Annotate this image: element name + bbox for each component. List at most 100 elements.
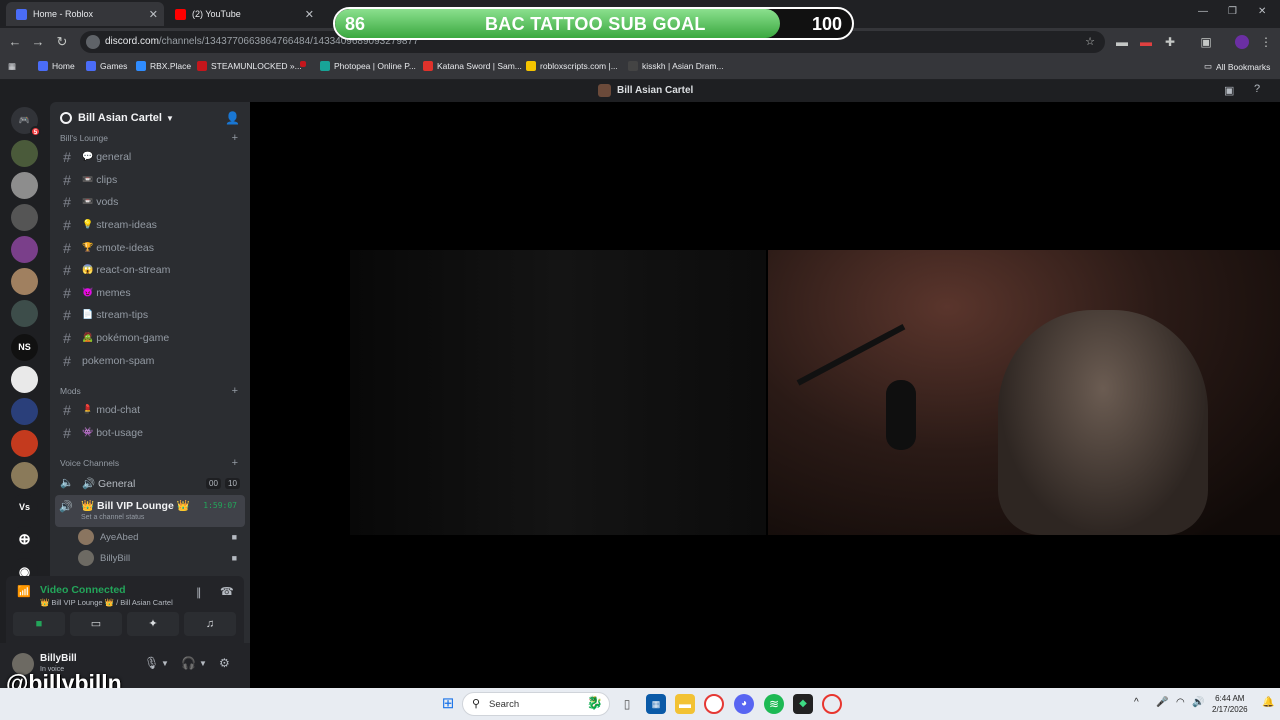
channel-stream-ideas[interactable]: # 💡 stream-ideas bbox=[58, 214, 244, 235]
bookmark-star-icon[interactable]: ☆ bbox=[1085, 35, 1095, 48]
mouse-icon[interactable]: ▯ bbox=[617, 694, 637, 714]
camera-button[interactable]: ■ bbox=[13, 612, 65, 636]
voice-location[interactable]: 👑 Bill VIP Lounge 👑 / Bill Asian Cartel bbox=[40, 598, 173, 607]
menu-icon[interactable]: ⋮ bbox=[1259, 35, 1273, 49]
cast-icon[interactable]: ▣ bbox=[1199, 35, 1213, 49]
category-lounge[interactable]: Bill's Lounge bbox=[60, 133, 108, 143]
channel-memes[interactable]: # 😈 memes bbox=[58, 282, 244, 303]
volume-icon[interactable]: 🔊 bbox=[1192, 697, 1204, 708]
server-icon[interactable] bbox=[11, 140, 38, 167]
channel-vods[interactable]: # 📼 vods bbox=[58, 191, 244, 212]
server-icon[interactable] bbox=[11, 398, 38, 425]
reload-icon[interactable]: ↻ bbox=[54, 34, 70, 50]
discord-home-button[interactable]: 🎮 5 bbox=[11, 107, 41, 137]
channel-pokemon-spam[interactable]: # pokemon-spam bbox=[58, 350, 244, 371]
video-tile-aye-abed[interactable] bbox=[350, 250, 766, 535]
disconnect-icon[interactable]: ☎ bbox=[220, 585, 234, 598]
activities-button[interactable]: ✦ bbox=[127, 612, 179, 636]
channel-react-on-stream[interactable]: # 😱 react-on-stream bbox=[58, 259, 244, 280]
taskbar-search[interactable]: ⚲ Search 🐉 bbox=[462, 692, 610, 716]
maximize-icon[interactable]: ❐ bbox=[1228, 6, 1237, 17]
server-vs[interactable]: Vs bbox=[11, 494, 38, 521]
close-window-icon[interactable]: ✕ bbox=[1258, 6, 1266, 17]
extension-icon[interactable]: ▬ bbox=[1115, 35, 1129, 49]
server-header[interactable]: Bill Asian Cartel ▼ 👤 bbox=[50, 102, 250, 134]
voice-member[interactable]: AyeAbed ■ bbox=[78, 527, 243, 547]
profile-avatar[interactable] bbox=[1235, 35, 1249, 49]
signal-icon[interactable]: 📶 bbox=[17, 585, 31, 598]
system-clock[interactable]: 6:44 AM 2/17/2026 bbox=[1212, 693, 1248, 715]
settings-gear-icon[interactable]: ⚙ bbox=[219, 656, 230, 670]
server-icon[interactable] bbox=[11, 172, 38, 199]
server-icon[interactable] bbox=[11, 268, 38, 295]
apps-grid-icon[interactable]: ▦ bbox=[8, 61, 16, 72]
extensions-puzzle-icon[interactable]: ✚ bbox=[1163, 35, 1177, 49]
chevron-down-icon[interactable]: ▼ bbox=[161, 659, 169, 668]
help-icon[interactable]: ? bbox=[1254, 83, 1260, 95]
channel-clips[interactable]: # 📼 clips bbox=[58, 169, 244, 190]
add-channel-icon[interactable]: + bbox=[232, 457, 238, 469]
back-icon[interactable]: ← bbox=[7, 34, 23, 50]
bookmark-home[interactable]: Home bbox=[38, 61, 75, 71]
add-channel-icon[interactable]: + bbox=[232, 385, 238, 397]
add-server-icon[interactable]: ⊕ bbox=[11, 526, 38, 553]
close-tab-icon[interactable]: ✕ bbox=[149, 8, 158, 21]
video-tile-billybill[interactable] bbox=[768, 250, 1280, 535]
category-voice[interactable]: Voice Channels bbox=[60, 458, 119, 468]
inbox-icon[interactable]: ▣ bbox=[1224, 84, 1234, 97]
channel-mod-chat[interactable]: # 💄 mod-chat bbox=[58, 399, 244, 420]
server-icon[interactable] bbox=[11, 366, 38, 393]
server-ns[interactable]: NS bbox=[11, 334, 38, 361]
discord-icon[interactable]: ◕ bbox=[734, 694, 754, 714]
wifi-icon[interactable]: ◠ bbox=[1176, 697, 1185, 708]
server-icon[interactable] bbox=[11, 204, 38, 231]
all-bookmarks[interactable]: ▭ All Bookmarks bbox=[1204, 61, 1270, 72]
channel-status[interactable]: Set a channel status bbox=[81, 514, 144, 521]
noise-suppression-icon[interactable]: ∥ bbox=[196, 586, 202, 599]
server-icon[interactable] bbox=[11, 430, 38, 457]
channel-bot-usage[interactable]: # 👾 bot-usage bbox=[58, 422, 244, 443]
soundboard-button[interactable]: ♫ bbox=[184, 612, 236, 636]
chevron-down-icon[interactable]: ▼ bbox=[199, 659, 207, 668]
voice-member[interactable]: BillyBill ■ bbox=[78, 548, 243, 568]
opera-icon[interactable] bbox=[822, 694, 842, 714]
site-info-icon[interactable] bbox=[86, 35, 100, 49]
file-explorer-icon[interactable]: ▬ bbox=[675, 694, 695, 714]
spotify-icon[interactable]: ≋ bbox=[764, 694, 784, 714]
store-icon[interactable]: ▦ bbox=[646, 694, 666, 714]
category-mods[interactable]: Mods bbox=[60, 386, 81, 396]
channel-pokemon-game[interactable]: # 🧟 pokémon-game bbox=[58, 327, 244, 348]
notification-bell-icon[interactable]: 🔔 bbox=[1262, 697, 1274, 708]
channel-general[interactable]: # 💬 general bbox=[58, 146, 244, 167]
channel-emote-ideas[interactable]: # 🏆 emote-ideas bbox=[58, 237, 244, 258]
invite-people-icon[interactable]: 👤 bbox=[225, 111, 240, 125]
chrome-icon[interactable] bbox=[704, 694, 724, 714]
close-tab-icon[interactable]: ✕ bbox=[305, 8, 314, 21]
bookmark-red-icon[interactable] bbox=[300, 61, 310, 67]
bookmark-robloxscripts[interactable]: robloxscripts.com |... bbox=[526, 61, 618, 71]
microphone-tray-icon[interactable]: 🎤 bbox=[1156, 697, 1168, 708]
headphones-icon[interactable]: 🎧 bbox=[181, 656, 196, 670]
tab-roblox[interactable]: Home - Roblox ✕ bbox=[6, 2, 164, 26]
windows-start-icon[interactable]: ⊞ bbox=[438, 694, 458, 714]
server-icon[interactable] bbox=[11, 462, 38, 489]
bookmark-games[interactable]: Games bbox=[86, 61, 127, 71]
extension-icon[interactable]: ▬ bbox=[1139, 35, 1153, 49]
minimize-icon[interactable]: — bbox=[1198, 6, 1208, 17]
voice-channel-vip-lounge[interactable]: 🔊 👑 Bill VIP Lounge 👑 Set a channel stat… bbox=[55, 495, 245, 527]
channel-stream-tips[interactable]: # 📄 stream-tips bbox=[58, 304, 244, 325]
bookmark-kisskh[interactable]: kisskh | Asian Dram... bbox=[628, 61, 724, 71]
add-channel-icon[interactable]: + bbox=[232, 132, 238, 144]
bookmark-rbx-place[interactable]: RBX.Place bbox=[136, 61, 191, 71]
app-icon[interactable]: ◆ bbox=[793, 694, 813, 714]
username[interactable]: BillyBill bbox=[40, 653, 77, 664]
bookmark-katana-sword[interactable]: Katana Sword | Sam... bbox=[423, 61, 522, 71]
server-icon[interactable] bbox=[11, 300, 38, 327]
forward-icon[interactable]: → bbox=[30, 34, 46, 50]
voice-channel-general[interactable]: 🔈 🔊 General 00 10 bbox=[58, 475, 244, 495]
server-icon[interactable] bbox=[11, 236, 38, 263]
tab-youtube[interactable]: (2) YouTube ✕ bbox=[165, 2, 320, 26]
microphone-icon[interactable]: 🎙 bbox=[144, 656, 159, 670]
bookmark-steamunlocked[interactable]: STEAMUNLOCKED »... bbox=[197, 61, 302, 71]
tray-chevron-icon[interactable]: ^ bbox=[1134, 697, 1139, 708]
